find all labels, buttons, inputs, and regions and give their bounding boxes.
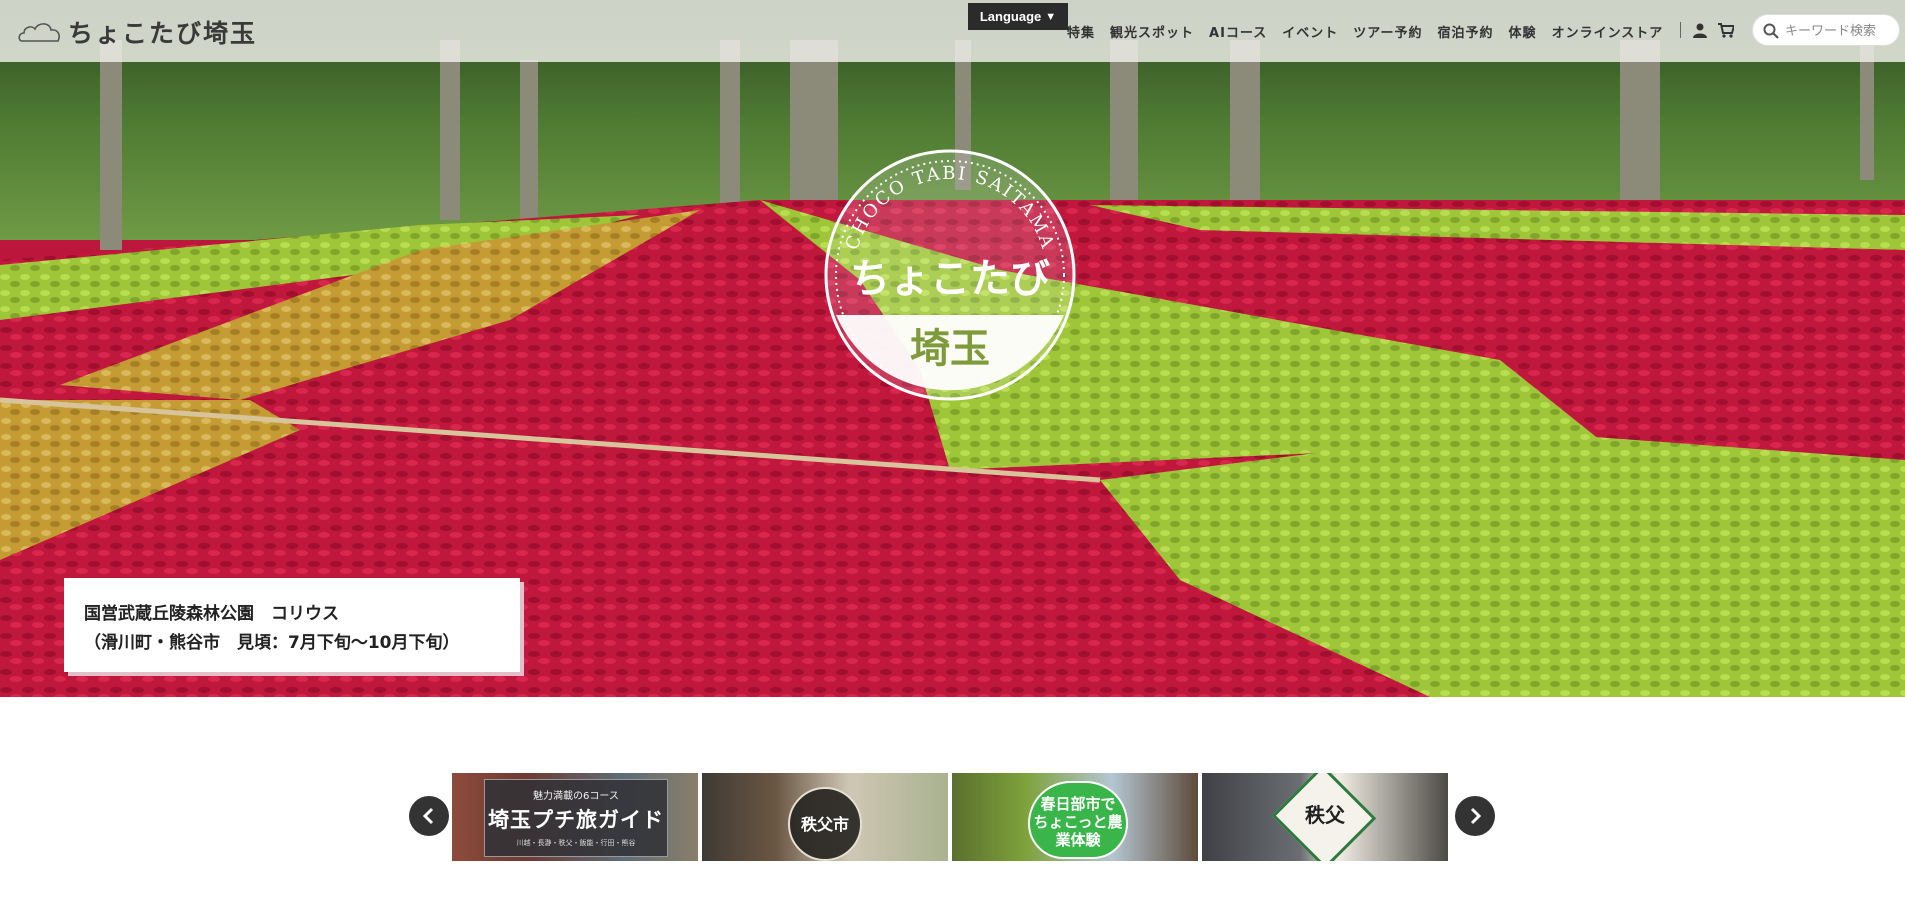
nav-item-tour[interactable]: ツアー予約: [1353, 22, 1422, 41]
site-logo[interactable]: ちょこたび埼玉: [18, 16, 257, 48]
banner-title: 春日部市で ちょこっと農業体験: [1033, 795, 1123, 849]
search-icon[interactable]: [1763, 23, 1779, 39]
banner-plate: 春日部市で ちょこっと農業体験: [1028, 781, 1128, 859]
main-nav: 特集 観光スポット AIコース イベント ツアー予約 宿泊予約 体験 オンライン…: [1067, 22, 1663, 41]
nav-item-experience[interactable]: 体験: [1509, 22, 1537, 41]
banner-title: 秩父: [1305, 803, 1345, 827]
seal-title: ちょこたび: [850, 255, 1050, 302]
caret-down-icon: ▼: [1045, 10, 1057, 23]
search-box: [1752, 14, 1900, 46]
chevron-right-icon: [1470, 807, 1482, 825]
banner-chichibu-recommend[interactable]: 秩父: [1202, 773, 1448, 861]
language-button[interactable]: Language ▼: [968, 3, 1068, 30]
banner-chichibu-city[interactable]: 秩父市: [702, 773, 948, 861]
banner-subtitle: 魅力満載の6コース: [533, 791, 619, 802]
nav-divider: [1680, 22, 1681, 38]
nav-item-events[interactable]: イベント: [1282, 22, 1338, 41]
hero-caption: 国営武蔵丘陵森林公園 コリウス （滑川町・熊谷市 見頃：7月下旬〜10月下旬）: [64, 578, 520, 672]
banner-plate: 魅力満載の6コース 埼玉プチ旅ガイド 川越・長瀞・秩父・飯能・行田・熊谷: [484, 779, 668, 857]
carousel-prev-button[interactable]: [409, 796, 449, 836]
banner-footer: 川越・長瀞・秩父・飯能・行田・熊谷: [516, 839, 636, 847]
banner-kasukabe-farming[interactable]: 春日部市で ちょこっと農業体験: [952, 773, 1198, 861]
cloud-logo-icon: [18, 23, 60, 42]
logo-text: ちょこたび埼玉: [68, 19, 258, 48]
caption-line-1: 国営武蔵丘陵森林公園 コリウス: [84, 604, 339, 624]
site-header: ちょこたび埼玉 Language ▼ 特集 観光スポット AIコース イベント …: [0, 0, 1905, 62]
nav-item-spots[interactable]: 観光スポット: [1110, 22, 1194, 41]
carousel-next-button[interactable]: [1455, 796, 1495, 836]
nav-item-feature[interactable]: 特集: [1067, 22, 1095, 41]
choco-tabi-seal: CHOCO TABI SAITAMA ちょこたび 埼玉: [824, 149, 1076, 401]
seal-subtitle: 埼玉: [910, 325, 990, 372]
caption-line-2: （滑川町・熊谷市 見頃：7月下旬〜10月下旬）: [84, 633, 460, 653]
nav-item-lodging[interactable]: 宿泊予約: [1438, 22, 1494, 41]
banner-title: 秩父市: [800, 815, 849, 834]
language-label: Language: [979, 9, 1042, 24]
hero-slideshow[interactable]: CHOCO TABI SAITAMA ちょこたび 埼玉 国営武蔵丘陵森林公園 コ…: [0, 0, 1905, 697]
nav-item-store[interactable]: オンラインストア: [1552, 22, 1664, 41]
cart-icon[interactable]: [1718, 23, 1734, 38]
nav-item-ai-course[interactable]: AIコース: [1209, 22, 1267, 41]
search-input[interactable]: [1783, 19, 1897, 43]
user-icon[interactable]: [1693, 23, 1707, 38]
banner-plate: 秩父市: [788, 787, 862, 861]
banner-title: 埼玉プチ旅ガイド: [488, 808, 664, 832]
banner-petit-trip-guide[interactable]: 魅力満載の6コース 埼玉プチ旅ガイド 川越・長瀞・秩父・飯能・行田・熊谷: [452, 773, 698, 861]
chevron-left-icon: [422, 807, 434, 825]
